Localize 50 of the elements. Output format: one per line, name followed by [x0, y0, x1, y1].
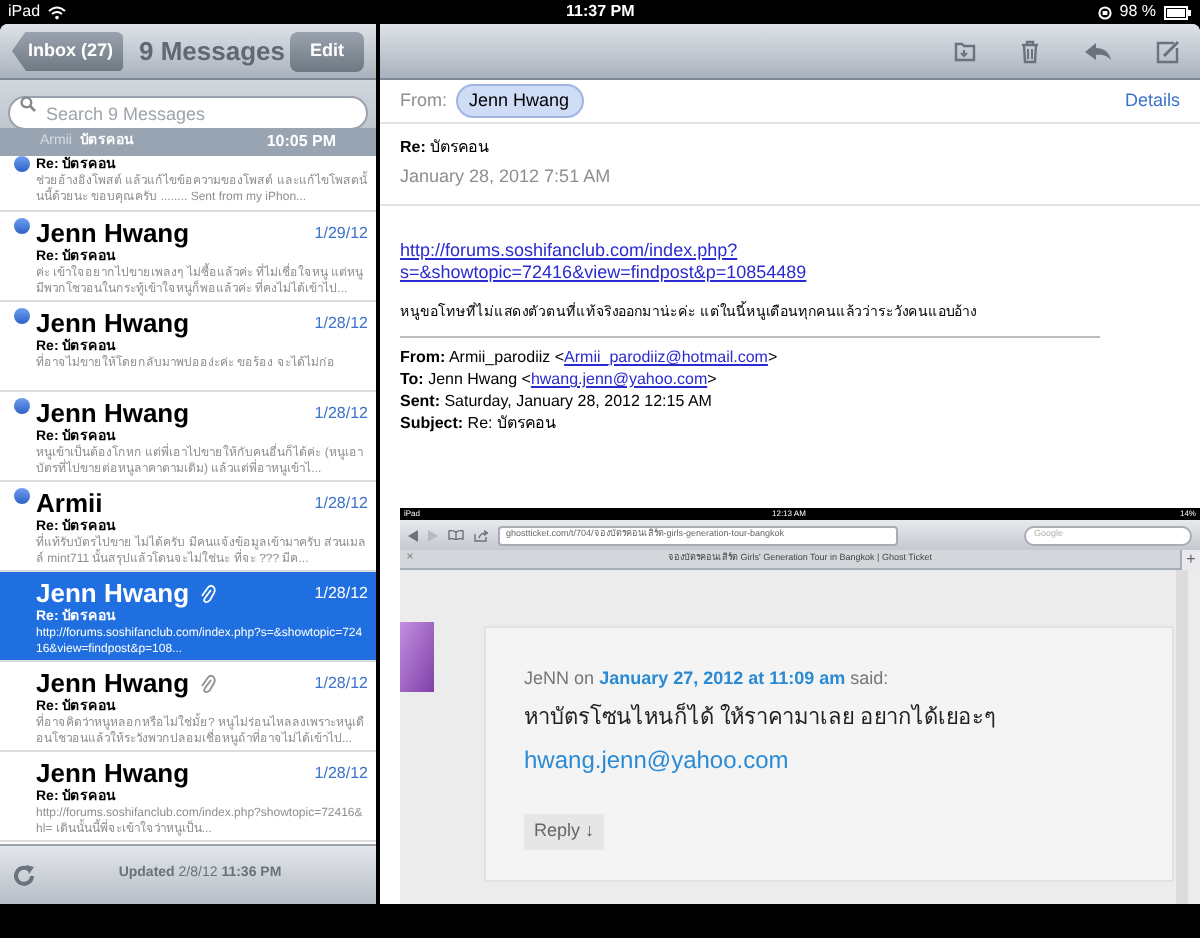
sender-chip[interactable]: Jenn Hwang — [455, 83, 584, 119]
message-date: 1/28/12 — [314, 311, 368, 335]
message-date: January 28, 2012 7:51 AM — [400, 164, 613, 190]
sender-name: Jenn Hwang — [36, 758, 190, 788]
email-link[interactable]: hwang.jenn@yahoo.com — [530, 370, 708, 388]
email-link[interactable]: Armii_parodiiz@hotmail.com — [564, 348, 768, 366]
quoted-header-line: From: Armii_parodiiz <Armii_parodiiz@hotmail.com> — [400, 346, 780, 368]
compose-icon[interactable] — [1156, 39, 1180, 63]
sender-name: Armii — [36, 488, 103, 518]
quoted-header-line: Sent: Saturday, January 28, 2012 12:15 AM — [400, 390, 714, 412]
sender-name: Jenn Hwang — [36, 668, 190, 698]
sender-name: Jenn Hwang — [36, 308, 190, 338]
details-link[interactable]: Details — [1124, 87, 1180, 115]
battery-icon — [1164, 5, 1192, 19]
refresh-icon[interactable] — [12, 863, 36, 887]
message-subject: Re: บัตรคอน — [400, 136, 491, 160]
list-title: 9 Messages — [139, 33, 286, 70]
reply-button[interactable]: Reply ↓ — [524, 814, 605, 849]
message-date: 1/29/12 — [314, 221, 368, 245]
forum-link[interactable]: http://forums.soshifanclub.com/index.php? — [400, 239, 1180, 261]
trash-icon[interactable] — [1020, 39, 1040, 63]
message-date: 1/28/12 — [314, 761, 368, 785]
embedded-back-icon — [408, 529, 418, 541]
clock-time: 11:37 PM — [566, 0, 635, 24]
message-date: 1/28/12 — [314, 581, 368, 605]
sender-name: Jenn Hwang — [36, 398, 190, 428]
battery-percent: 98 % — [1119, 0, 1156, 24]
rotation-lock-icon — [1097, 5, 1112, 19]
from-label: From: — [400, 87, 447, 114]
device-label: iPad — [8, 0, 41, 24]
message-date: 1/28/12 — [314, 671, 368, 695]
quoted-header-line: To: Jenn Hwang <hwang.jenn@yahoo.com> — [400, 368, 719, 390]
embedded-forward-icon — [428, 529, 438, 541]
folder-icon[interactable] — [954, 40, 976, 62]
reply-icon[interactable] — [1084, 41, 1112, 61]
message-date: 1/28/12 — [314, 491, 368, 515]
embedded-share-icon — [474, 529, 488, 541]
embedded-book-icon — [448, 530, 464, 540]
comment-byline: JeNN on January 27, 2012 at 11:09 am said: — [524, 666, 891, 692]
quoted-header-line: Subject: Re: บัตรคอน — [400, 412, 558, 434]
wifi-icon — [48, 5, 67, 19]
avatar-placeholder — [400, 622, 434, 692]
search-field[interactable]: Search 9 Messages — [8, 96, 368, 130]
comment-text: หาบัตรโซนไหนก็ได้ ให้ราคามาเลย อยากได้เยอะๆ — [524, 701, 997, 733]
sender-name: Jenn Hwang — [36, 578, 190, 608]
forum-link[interactable]: s=&showtopic=72416&view=findpost&p=10854489 — [400, 261, 1180, 283]
sender-name: Jenn Hwang — [36, 218, 190, 248]
header-time: 10:05 PM — [266, 130, 336, 154]
search-icon — [20, 96, 36, 112]
message-date: 1/28/12 — [314, 401, 368, 425]
